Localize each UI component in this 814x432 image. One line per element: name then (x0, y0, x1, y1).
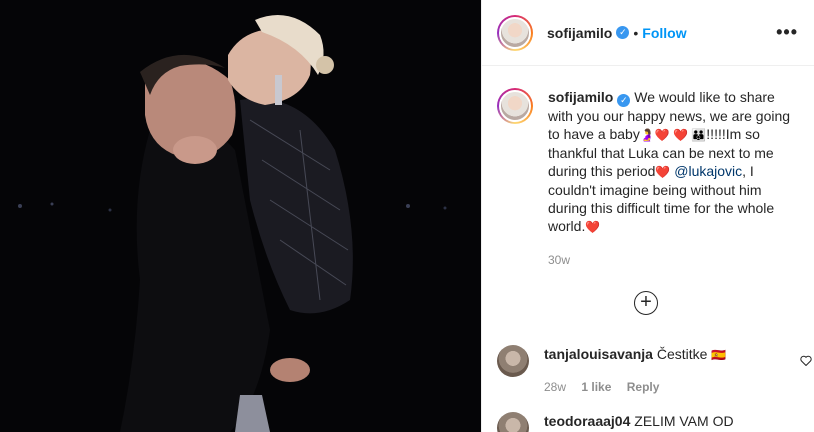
commenter-avatar[interactable] (497, 345, 529, 377)
post-modal: sofijamilo ✓ • Follow ••• sofijamilo ✓ We… (0, 0, 814, 432)
comment-item: teodoraaaj04 ZELIM VAM OD (497, 412, 800, 432)
post-header: sofijamilo ✓ • Follow ••• (482, 0, 814, 66)
verified-badge-icon: ✓ (617, 94, 631, 107)
caption-avatar[interactable] (497, 88, 533, 124)
separator-dot: • (633, 24, 639, 41)
comment-text: Čestitke (656, 346, 708, 362)
post-side-panel: sofijamilo ✓ • Follow ••• sofijamilo ✓ We… (481, 0, 814, 432)
follow-button[interactable]: Follow (642, 25, 686, 41)
post-photo[interactable] (0, 0, 481, 432)
more-options-icon[interactable]: ••• (776, 22, 798, 43)
verified-badge-icon: ✓ (616, 26, 630, 39)
comment-meta: 28w 1 like Reply (544, 378, 726, 396)
comment-likes[interactable]: 1 like (581, 380, 611, 394)
couple-photo-illustration (0, 0, 481, 432)
commenter-avatar[interactable] (497, 412, 529, 432)
comment-text: ZELIM VAM OD (634, 413, 734, 429)
post-caption: sofijamilo ✓ We would like to share with … (482, 66, 814, 269)
caption-text: sofijamilo ✓ We would like to share with … (548, 88, 798, 269)
author-username[interactable]: sofijamilo (547, 25, 612, 41)
comment-time[interactable]: 28w (544, 380, 566, 394)
heart-emoji-icon: ❤️ (585, 220, 601, 234)
load-more-comments-button[interactable]: + (634, 291, 658, 315)
spain-flag-emoji-icon: 🇪🇸 (711, 348, 727, 362)
heart-emoji-icon: ❤️ (655, 165, 671, 179)
avatar-image (499, 16, 531, 49)
comment-body: teodoraaaj04 ZELIM VAM OD (544, 412, 734, 432)
like-comment-heart-icon[interactable] (800, 355, 812, 366)
commenter-username[interactable]: tanjalouisavanja (544, 346, 653, 362)
comment-body: tanjalouisavanja Čestitke 🇪🇸 28w 1 like … (544, 345, 726, 396)
commenter-username[interactable]: teodoraaaj04 (544, 413, 630, 429)
author-avatar[interactable] (497, 14, 533, 51)
baby-hearts-emoji-icon: 🤰❤️ ❤️ 👪 (639, 128, 707, 142)
mention-link[interactable]: @lukajovic (674, 163, 742, 179)
reply-button[interactable]: Reply (627, 380, 660, 394)
comment-item: tanjalouisavanja Čestitke 🇪🇸 28w 1 like … (497, 345, 812, 396)
avatar-image (499, 90, 531, 122)
caption-username[interactable]: sofijamilo (548, 89, 613, 105)
post-timestamp[interactable]: 30w (548, 251, 798, 269)
